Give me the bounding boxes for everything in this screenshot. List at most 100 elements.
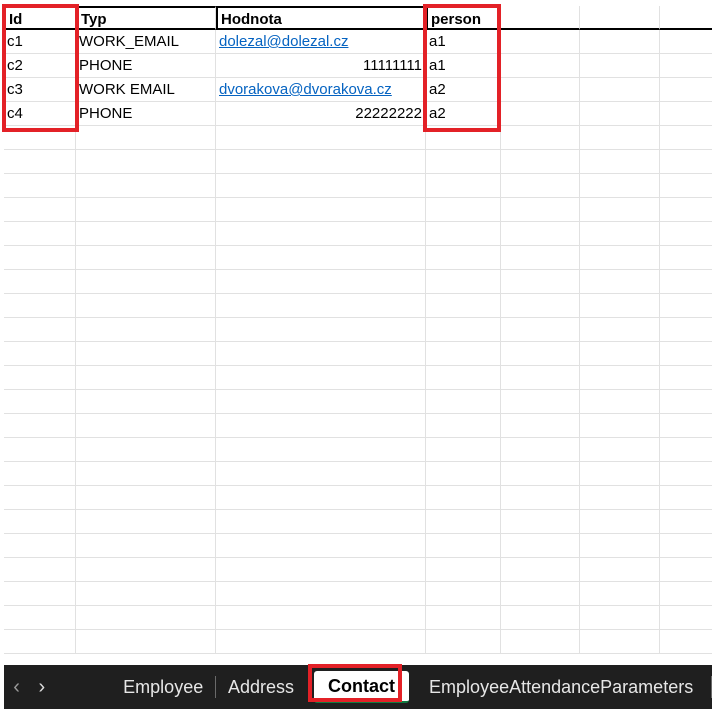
empty-cell[interactable] (580, 246, 660, 270)
empty-cell[interactable] (426, 414, 501, 438)
empty-cell[interactable] (580, 582, 660, 606)
empty-cell[interactable] (4, 150, 76, 174)
empty-cell[interactable] (660, 150, 712, 174)
empty-cell[interactable] (426, 126, 501, 150)
empty-cell[interactable] (580, 366, 660, 390)
header-person[interactable]: person (426, 6, 501, 30)
empty-cell[interactable] (426, 318, 501, 342)
empty-cell[interactable] (4, 174, 76, 198)
empty-cell[interactable] (426, 462, 501, 486)
empty-cell[interactable] (660, 270, 712, 294)
empty-cell[interactable] (501, 342, 580, 366)
empty-cell[interactable] (501, 54, 580, 78)
empty-cell[interactable] (4, 510, 76, 534)
empty-cell[interactable] (501, 198, 580, 222)
empty-cell[interactable] (660, 366, 712, 390)
empty-cell[interactable] (426, 534, 501, 558)
empty-cell[interactable] (501, 414, 580, 438)
empty-cell[interactable] (501, 222, 580, 246)
empty-cell[interactable] (4, 630, 76, 654)
header-hodnota[interactable]: Hodnota (216, 6, 426, 30)
empty-cell[interactable] (426, 174, 501, 198)
empty-cell[interactable] (426, 390, 501, 414)
empty-cell[interactable] (501, 30, 580, 54)
empty-cell[interactable] (580, 174, 660, 198)
empty-cell[interactable] (4, 438, 76, 462)
empty-cell[interactable] (501, 78, 580, 102)
empty-cell[interactable] (580, 78, 660, 102)
empty-cell[interactable] (501, 606, 580, 630)
cell-typ[interactable]: WORK EMAIL (76, 78, 216, 102)
empty-cell[interactable] (4, 366, 76, 390)
empty-cell[interactable] (580, 198, 660, 222)
empty-cell[interactable] (580, 630, 660, 654)
cell-person[interactable]: a2 (426, 78, 501, 102)
empty-cell[interactable] (501, 150, 580, 174)
cell-person[interactable]: a1 (426, 54, 501, 78)
empty-cell[interactable] (660, 462, 712, 486)
empty-cell[interactable] (660, 126, 712, 150)
email-link[interactable]: dolezal@dolezal.cz (219, 33, 348, 50)
empty-cell[interactable] (76, 510, 216, 534)
empty-cell[interactable] (216, 318, 426, 342)
empty-cell[interactable] (426, 150, 501, 174)
empty-cell[interactable] (501, 510, 580, 534)
empty-cell[interactable] (660, 414, 712, 438)
empty-cell[interactable] (4, 582, 76, 606)
empty-cell[interactable] (660, 630, 712, 654)
empty-cell[interactable] (4, 486, 76, 510)
tab-employee-attendance-parameters[interactable]: EmployeeAttendanceParameters (417, 665, 705, 709)
empty-cell[interactable] (660, 534, 712, 558)
empty-cell[interactable] (426, 558, 501, 582)
chevron-right-icon[interactable]: › (29, 676, 54, 699)
empty-cell[interactable] (216, 390, 426, 414)
empty-cell[interactable] (76, 534, 216, 558)
empty-cell[interactable] (660, 54, 712, 78)
empty-cell[interactable] (76, 582, 216, 606)
empty-cell[interactable] (76, 366, 216, 390)
empty-cell[interactable] (216, 534, 426, 558)
empty-cell[interactable] (426, 582, 501, 606)
empty-cell[interactable] (426, 630, 501, 654)
empty-cell[interactable] (501, 294, 580, 318)
empty-cell[interactable] (4, 414, 76, 438)
empty-cell[interactable] (501, 558, 580, 582)
cell-person[interactable]: a2 (426, 102, 501, 126)
empty-cell[interactable] (76, 558, 216, 582)
empty-cell[interactable] (580, 534, 660, 558)
empty-cell[interactable] (4, 318, 76, 342)
empty-cell[interactable] (76, 174, 216, 198)
tab-employee[interactable]: Employee (111, 665, 215, 709)
empty-cell[interactable] (76, 126, 216, 150)
empty-cell[interactable] (76, 294, 216, 318)
empty-cell[interactable] (76, 222, 216, 246)
empty-cell[interactable] (660, 342, 712, 366)
empty-cell[interactable] (426, 246, 501, 270)
empty-cell[interactable] (580, 6, 660, 30)
empty-cell[interactable] (216, 606, 426, 630)
empty-cell[interactable] (501, 366, 580, 390)
empty-cell[interactable] (4, 294, 76, 318)
cell-id[interactable]: c1 (4, 30, 76, 54)
empty-cell[interactable] (216, 486, 426, 510)
empty-cell[interactable] (660, 438, 712, 462)
empty-cell[interactable] (580, 558, 660, 582)
empty-cell[interactable] (580, 342, 660, 366)
empty-cell[interactable] (580, 126, 660, 150)
empty-cell[interactable] (216, 222, 426, 246)
empty-cell[interactable] (426, 486, 501, 510)
empty-cell[interactable] (76, 438, 216, 462)
chevron-left-icon[interactable]: ‹ (4, 676, 29, 699)
empty-cell[interactable] (580, 294, 660, 318)
empty-cell[interactable] (660, 222, 712, 246)
empty-cell[interactable] (580, 462, 660, 486)
empty-cell[interactable] (580, 414, 660, 438)
cell-id[interactable]: c2 (4, 54, 76, 78)
empty-cell[interactable] (216, 294, 426, 318)
empty-cell[interactable] (216, 630, 426, 654)
empty-cell[interactable] (580, 438, 660, 462)
empty-cell[interactable] (4, 270, 76, 294)
empty-cell[interactable] (580, 486, 660, 510)
empty-cell[interactable] (76, 486, 216, 510)
cell-hodnota[interactable]: 22222222 (216, 102, 426, 126)
